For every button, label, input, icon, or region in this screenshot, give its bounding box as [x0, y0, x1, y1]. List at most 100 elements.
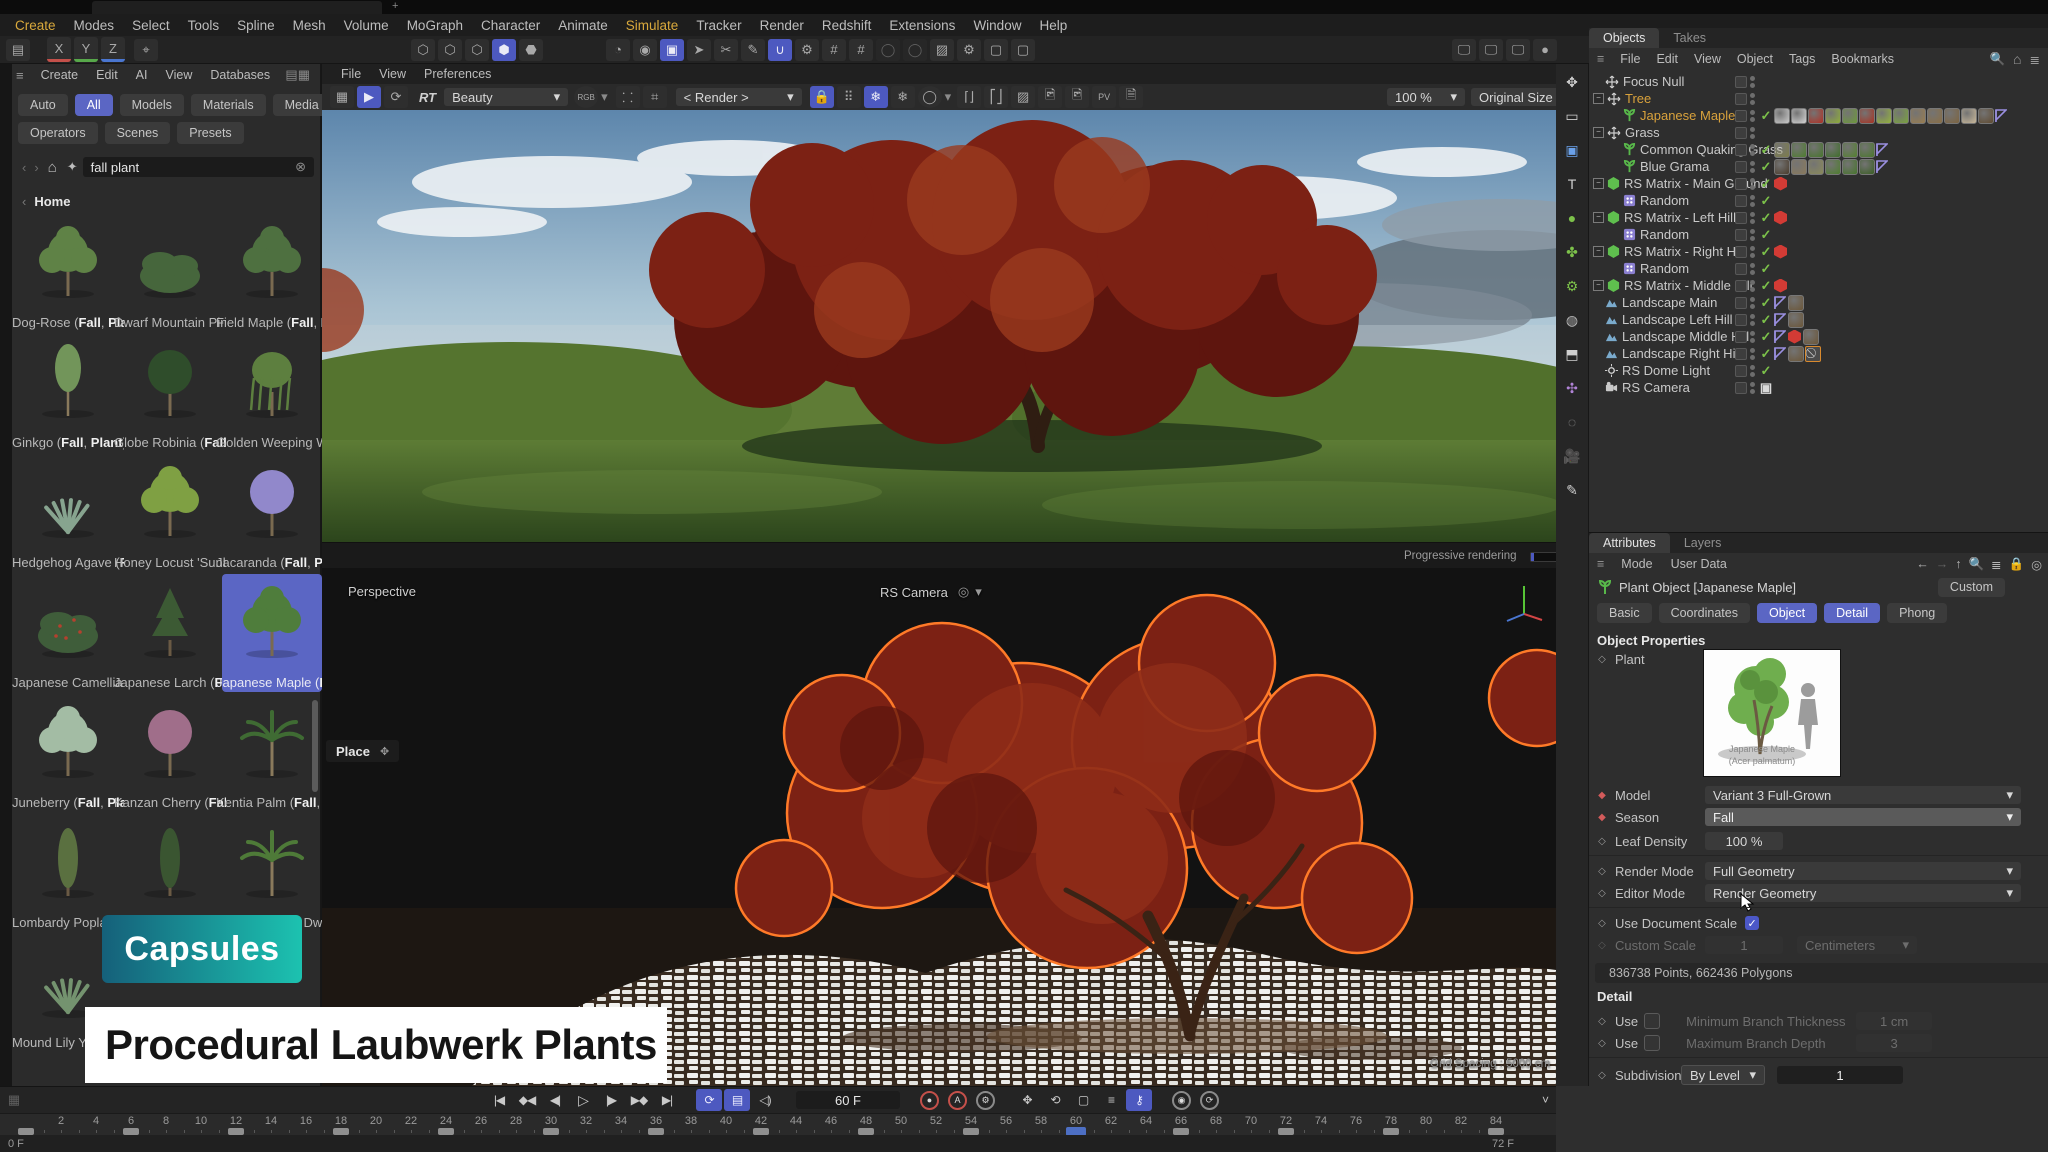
asset-menu-create[interactable]: Create: [32, 68, 88, 82]
use-document-scale-checkbox[interactable]: ✓: [1745, 916, 1759, 930]
attr-forward-icon[interactable]: →: [1936, 557, 1949, 571]
menu-window[interactable]: Window: [964, 18, 1030, 33]
object-row-common-quaking-grass[interactable]: Common Quaking Grass✓: [1589, 141, 2048, 158]
material-swatch[interactable]: [1859, 108, 1875, 124]
keyframe-marker[interactable]: [1383, 1128, 1399, 1135]
visibility-dots[interactable]: [1750, 228, 1755, 242]
asset-menu-icon[interactable]: ≡: [16, 68, 24, 83]
material-swatch[interactable]: [1788, 346, 1804, 362]
redshift-tag-icon[interactable]: [1774, 279, 1787, 293]
display-tag-icon[interactable]: [1995, 109, 2007, 122]
menu-volume[interactable]: Volume: [335, 18, 398, 33]
visibility-dots[interactable]: [1750, 381, 1755, 395]
render-menu-preferences[interactable]: Preferences: [415, 67, 500, 81]
om-filter-icon[interactable]: ≣: [2030, 52, 2040, 67]
subdivision-mode-dropdown[interactable]: By Level▾: [1681, 1065, 1765, 1085]
render-view-icon[interactable]: ◔: [606, 39, 630, 61]
plant-item-dog-rose[interactable]: Dog-Rose (Fall, Plant): [18, 214, 118, 332]
expand-icon[interactable]: −: [1593, 178, 1604, 189]
visibility-dots[interactable]: [1750, 109, 1755, 123]
attr-target-icon[interactable]: ◎: [2031, 557, 2042, 572]
visibility-dots[interactable]: [1750, 126, 1755, 140]
pen-tool-icon[interactable]: ✎: [1560, 478, 1584, 502]
keyframe-marker[interactable]: [18, 1128, 34, 1135]
axis-lock-icon[interactable]: ◯: [876, 39, 900, 61]
region-circle-icon[interactable]: ◯: [918, 86, 942, 108]
enabled-check-icon[interactable]: ✓: [1758, 108, 1774, 124]
range-end-field[interactable]: 72 F: [1492, 1138, 1514, 1150]
visibility-dots[interactable]: [1750, 245, 1755, 259]
new-tab-button[interactable]: +: [392, 0, 398, 12]
workplane-icon[interactable]: ◯: [903, 39, 927, 61]
attr-back-icon[interactable]: ←: [1916, 557, 1929, 571]
material-swatch[interactable]: [1808, 159, 1824, 175]
lock-icon[interactable]: 🔒: [810, 86, 834, 108]
enabled-check-icon[interactable]: ✓: [1758, 176, 1774, 192]
visibility-dots[interactable]: [1750, 347, 1755, 361]
attr-tab-coordinates[interactable]: Coordinates: [1659, 603, 1750, 623]
object-row-rs-matrix-middle-hill[interactable]: −RS Matrix - Middle Hill✓: [1589, 277, 2048, 294]
object-row-landscape-left-hill[interactable]: Landscape Left Hill✓: [1589, 311, 2048, 328]
active-camera-icon[interactable]: ▣: [1758, 380, 1774, 396]
key-scale-button[interactable]: ▢: [1070, 1089, 1096, 1111]
visibility-dots[interactable]: [1750, 211, 1755, 225]
plant-item-juneberry[interactable]: Juneberry (Fall, Plant): [18, 694, 118, 812]
material-swatch[interactable]: [1910, 108, 1926, 124]
season-dropdown[interactable]: Fall▾: [1705, 808, 2021, 826]
key-position-button[interactable]: ✥: [1014, 1089, 1040, 1111]
enabled-check-icon[interactable]: ✓: [1758, 329, 1774, 345]
brush-tool-icon[interactable]: ✎: [741, 39, 765, 61]
menu-simulate[interactable]: Simulate: [617, 18, 688, 33]
layer-chip[interactable]: [1735, 263, 1747, 275]
mode-polygons-icon[interactable]: ⬡: [465, 39, 489, 61]
text-tool-icon[interactable]: T: [1560, 172, 1584, 196]
rt-button[interactable]: RT: [419, 90, 436, 105]
search-input[interactable]: fall plant ⊗: [83, 157, 314, 177]
spline-icon[interactable]: ✣: [1560, 376, 1584, 400]
tab-attributes[interactable]: Attributes: [1589, 533, 1670, 553]
doc-a-icon[interactable]: ▢: [984, 39, 1008, 61]
timeline-left-icon[interactable]: ▦: [2, 1089, 26, 1111]
render-source-dropdown[interactable]: < Render >▾: [676, 88, 802, 106]
camera-tool-icon[interactable]: 🎥: [1560, 444, 1584, 468]
expand-icon[interactable]: −: [1593, 127, 1604, 138]
expand-icon[interactable]: −: [1593, 212, 1604, 223]
material-swatch[interactable]: [1791, 142, 1807, 158]
attr-search-icon[interactable]: 🔍: [1968, 557, 1984, 572]
snapshot-icon[interactable]: ❄: [864, 86, 888, 108]
object-row-landscape-middle-hill[interactable]: Landscape Middle Hill✓: [1589, 328, 2048, 345]
mode-texture-icon[interactable]: ⬣: [519, 39, 543, 61]
axis-lock-x-button[interactable]: X: [47, 37, 71, 62]
asset-tab-scenes[interactable]: Scenes: [105, 122, 171, 144]
timeline-collapse-icon[interactable]: ˅: [1532, 1089, 1558, 1111]
play-button[interactable]: ▷: [570, 1089, 596, 1111]
plant-item-ginkgo[interactable]: Ginkgo (Fall, Plant): [18, 334, 118, 452]
enabled-check-icon[interactable]: ✓: [1758, 244, 1774, 260]
pla-button[interactable]: ◉: [1168, 1089, 1194, 1111]
display-tag-icon[interactable]: [1876, 143, 1888, 156]
collapse-icon[interactable]: ‹: [22, 194, 26, 209]
key-rotation-button[interactable]: ⟲: [1042, 1089, 1068, 1111]
save-image-icon[interactable]: ▦: [330, 86, 354, 108]
visibility-dots[interactable]: [1750, 313, 1755, 327]
simulate-cube-icon[interactable]: ▣: [660, 39, 684, 61]
camera-toggle-icon[interactable]: ◎: [958, 584, 969, 600]
render-menu-view[interactable]: View: [370, 67, 415, 81]
asset-scrollbar[interactable]: [312, 700, 318, 792]
keyframe-marker[interactable]: [1278, 1128, 1294, 1135]
om-menu-bookmarks[interactable]: Bookmarks: [1823, 52, 1902, 66]
start-ipr-icon[interactable]: ▶: [357, 86, 381, 108]
attr-up-icon[interactable]: ↑: [1955, 557, 1961, 571]
field-icon[interactable]: ⚙: [1560, 274, 1584, 298]
object-row-focus-null[interactable]: Focus Null: [1589, 73, 2048, 90]
material-swatch[interactable]: [1961, 108, 1977, 124]
layer-chip[interactable]: [1735, 314, 1747, 326]
menu-modes[interactable]: Modes: [65, 18, 124, 33]
sound-button[interactable]: ◁): [752, 1089, 778, 1111]
layer-chip[interactable]: [1735, 331, 1747, 343]
attr-menu-user-data[interactable]: User Data: [1662, 557, 1736, 571]
material-swatch[interactable]: [1788, 312, 1804, 328]
material-swatch[interactable]: [1842, 159, 1858, 175]
plant-item-field[interactable]: Field Maple (Fall, Plant): [222, 214, 322, 332]
magnet-tool-icon[interactable]: ∪: [768, 39, 792, 61]
